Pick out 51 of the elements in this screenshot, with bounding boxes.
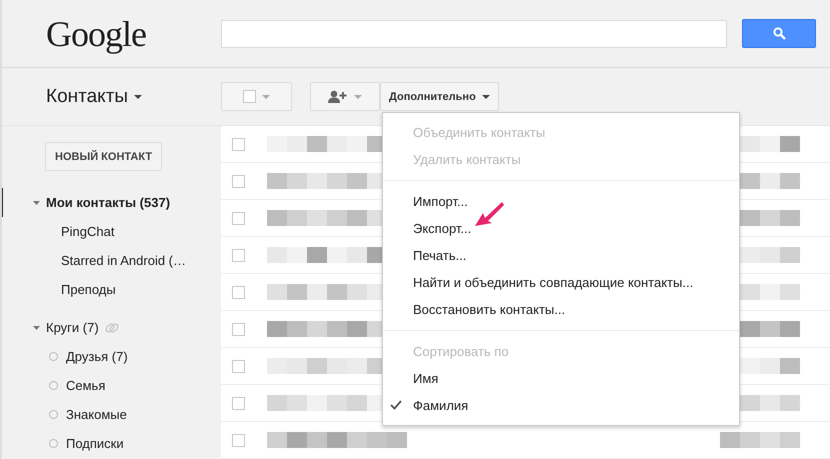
row-checkbox[interactable] <box>232 286 245 298</box>
menu-item[interactable]: Восстановить контакты... <box>383 296 739 323</box>
row-checkbox[interactable] <box>232 322 245 336</box>
circle-icon <box>49 439 58 448</box>
more-button[interactable]: Дополнительно <box>380 82 499 111</box>
menu-item[interactable]: Печать... <box>383 242 739 269</box>
menu-item[interactable]: Фамилия <box>383 392 739 419</box>
caret-icon <box>262 94 270 98</box>
menu-item[interactable]: Найти и объединить совпадающие контакты... <box>383 269 739 296</box>
add-person-icon <box>328 90 348 103</box>
sidebar-item[interactable]: Друзья (7) <box>66 349 128 364</box>
search-field[interactable] <box>221 20 727 48</box>
google-logo: Google <box>45 12 147 54</box>
expanded-arrow-icon[interactable] <box>33 199 40 206</box>
caret-icon <box>482 94 490 98</box>
sidebar-group[interactable]: Мои контакты (537) <box>46 195 170 210</box>
row-checkbox[interactable] <box>232 360 245 372</box>
check-icon <box>390 400 402 410</box>
circle-icon <box>49 352 58 361</box>
checkbox-icon <box>243 90 256 103</box>
sidebar-item[interactable]: Подписки <box>66 436 124 451</box>
row-checkbox[interactable] <box>232 138 245 150</box>
circle-icon <box>49 381 58 390</box>
menu-item[interactable]: Импорт... <box>383 188 739 215</box>
row-checkbox[interactable] <box>232 396 245 410</box>
sidebar-item[interactable]: Знакомые <box>66 407 127 422</box>
sidebar-group[interactable]: Круги (7) <box>46 320 99 335</box>
sidebar-item[interactable]: Преподы <box>61 282 116 297</box>
caret-icon <box>354 94 362 98</box>
new-contact-button[interactable]: НОВЫЙ КОНТАКТ <box>45 142 162 171</box>
link-icon <box>104 320 119 334</box>
pointer-arrow <box>474 201 504 228</box>
row-checkbox[interactable] <box>232 212 245 224</box>
row-checkbox[interactable] <box>232 174 245 188</box>
sidebar-item[interactable]: Семья <box>66 378 106 393</box>
menu-item[interactable]: Экспорт... <box>383 215 739 242</box>
select-button[interactable] <box>221 82 292 111</box>
search-button[interactable] <box>742 19 816 48</box>
circle-icon <box>49 410 58 419</box>
search-icon <box>772 27 786 40</box>
blurred-text-drawing <box>740 358 800 374</box>
add-contact-button[interactable] <box>310 82 380 111</box>
row-checkbox[interactable] <box>232 434 245 446</box>
sidebar-item[interactable]: PingChat <box>61 224 114 239</box>
row-checkbox[interactable] <box>232 248 245 262</box>
expanded-arrow-icon[interactable] <box>33 324 40 331</box>
page-title: Контакты <box>46 86 128 108</box>
caret-icon <box>134 94 142 98</box>
blurred-text-drawing <box>740 136 800 152</box>
sidebar-item[interactable]: Starred in Android (… <box>61 253 186 268</box>
menu-item[interactable]: Имя <box>383 365 739 392</box>
